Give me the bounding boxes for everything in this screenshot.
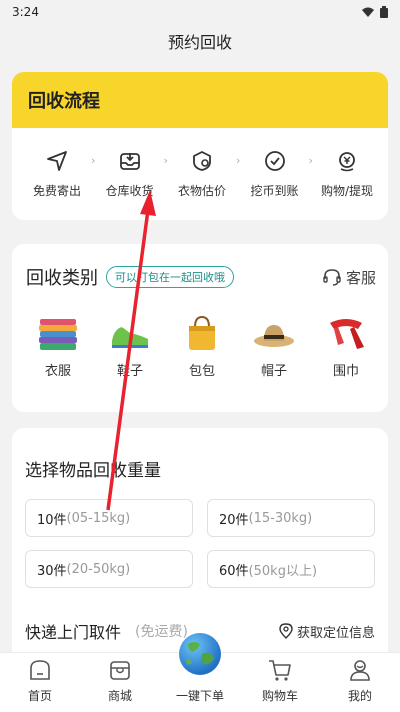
step-label: 购物/提现 xyxy=(320,184,374,198)
option-sub: (20-50kg) xyxy=(66,561,131,577)
tab-label: 我的 xyxy=(347,689,372,703)
step-coins-arrive: 挖币到账 xyxy=(244,148,306,199)
chevron-right-icon: › xyxy=(236,154,241,167)
store-icon xyxy=(107,657,133,683)
weight-title: 选择物品回收重量 xyxy=(25,461,161,481)
flow-steps: 免费寄出 › 仓库收货 › 衣物估价 › 挖币到账 › 购物/提现 xyxy=(12,128,388,220)
appraise-icon xyxy=(189,148,215,174)
step-label: 挖币到账 xyxy=(250,184,299,198)
flow-header: 回收流程 xyxy=(12,72,388,128)
customer-service-button[interactable]: 客服 xyxy=(322,267,376,288)
category-label: 包包 xyxy=(188,364,215,379)
location-pin-icon xyxy=(279,623,293,639)
option-main: 20件 xyxy=(219,512,249,528)
weight-option-60[interactable]: 60件 (50kg以上) xyxy=(207,550,375,588)
tab-label: 首页 xyxy=(27,689,52,703)
shoes-icon xyxy=(107,312,153,354)
weight-option-20[interactable]: 20件 (15-30kg) xyxy=(207,499,375,537)
flow-title: 回收流程 xyxy=(28,91,100,112)
status-bar: 3:24 xyxy=(0,0,400,24)
location-label: 获取定位信息 xyxy=(296,625,375,641)
tab-label: 商城 xyxy=(107,689,132,703)
shipping-title: 快递上门取件 xyxy=(25,623,122,642)
option-main: 30件 xyxy=(37,563,67,579)
send-icon xyxy=(44,148,70,174)
category-label: 帽子 xyxy=(260,364,287,379)
step-label: 仓库收货 xyxy=(105,184,154,198)
chevron-right-icon: › xyxy=(91,154,96,167)
category-item-scarves[interactable]: 围巾 xyxy=(318,312,374,379)
category-item-bags[interactable]: 包包 xyxy=(174,312,230,379)
category-label: 鞋子 xyxy=(116,364,143,379)
step-shop-withdraw: 购物/提现 xyxy=(316,148,378,199)
scarf-icon xyxy=(323,312,369,354)
page-title: 预约回收 xyxy=(167,33,232,52)
tab-home[interactable]: 首页 xyxy=(10,657,70,704)
clothes-icon xyxy=(35,312,81,354)
step-label: 免费寄出 xyxy=(32,184,81,198)
category-label: 围巾 xyxy=(332,364,359,379)
recycle-category-card: 回收类别 可以打包在一起回收哦 客服 衣服 鞋子 包包 帽子 围巾 xyxy=(12,244,388,412)
page-header: 预约回收 xyxy=(0,24,400,58)
wifi-icon xyxy=(362,7,374,17)
step-appraise: 衣物估价 xyxy=(171,148,233,199)
category-item-clothes[interactable]: 衣服 xyxy=(30,312,86,379)
category-label: 衣服 xyxy=(44,364,71,379)
chevron-right-icon: › xyxy=(163,154,168,167)
tab-label: 购物车 xyxy=(261,689,298,703)
step-label: 衣物估价 xyxy=(177,184,226,198)
category-title: 回收类别 xyxy=(26,268,98,289)
shipping-note: (免运费) xyxy=(135,624,188,640)
inbox-icon xyxy=(117,148,143,174)
get-location-button[interactable]: 获取定位信息 xyxy=(279,622,375,641)
weight-option-10[interactable]: 10件 (05-15kg) xyxy=(25,499,193,537)
home-icon xyxy=(27,657,53,683)
recycle-flow-card: 回收流程 免费寄出 › 仓库收货 › 衣物估价 › 挖币到账 › 购物/提现 xyxy=(12,72,388,220)
category-item-hats[interactable]: 帽子 xyxy=(246,312,302,379)
chevron-right-icon: › xyxy=(308,154,313,167)
option-main: 10件 xyxy=(37,512,67,528)
status-time: 3:24 xyxy=(12,5,39,19)
category-tag: 可以打包在一起回收哦 xyxy=(106,266,234,288)
battery-icon xyxy=(380,6,388,18)
hat-icon xyxy=(251,312,297,354)
bag-icon xyxy=(179,312,225,354)
option-sub: (05-15kg) xyxy=(66,510,131,526)
customer-service-label: 客服 xyxy=(345,268,376,287)
option-sub: (15-30kg) xyxy=(248,510,313,526)
globe-icon[interactable] xyxy=(178,632,222,676)
tab-cart[interactable]: 购物车 xyxy=(250,657,310,704)
tab-store[interactable]: 商城 xyxy=(90,657,150,704)
step-free-send: 免费寄出 xyxy=(26,148,88,199)
option-sub: (50kg以上) xyxy=(248,563,318,579)
cart-icon xyxy=(267,657,293,683)
option-main: 60件 xyxy=(219,563,249,579)
category-items: 衣服 鞋子 包包 帽子 围巾 xyxy=(12,292,388,379)
weight-option-30[interactable]: 30件 (20-50kg) xyxy=(25,550,193,588)
category-header: 回收类别 可以打包在一起回收哦 客服 xyxy=(12,244,388,292)
tab-profile[interactable]: 我的 xyxy=(330,657,390,704)
tab-label: 一键下单 xyxy=(175,689,224,703)
coin-icon xyxy=(334,148,360,174)
profile-icon xyxy=(347,657,373,683)
headset-icon xyxy=(323,269,341,286)
check-circle-icon xyxy=(262,148,288,174)
status-icons xyxy=(362,6,388,18)
category-item-shoes[interactable]: 鞋子 xyxy=(102,312,158,379)
step-warehouse: 仓库收货 xyxy=(99,148,161,199)
